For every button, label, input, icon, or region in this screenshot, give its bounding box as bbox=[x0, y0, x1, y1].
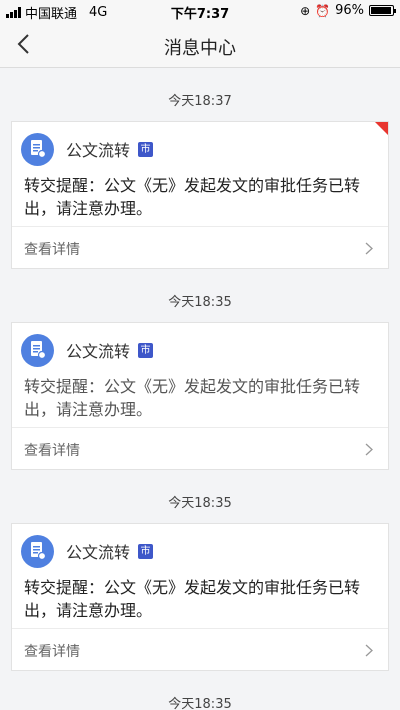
battery-icon bbox=[369, 5, 396, 16]
view-details-label: 查看详情 bbox=[24, 242, 80, 258]
card-header: 公文流转 市 bbox=[21, 333, 154, 367]
view-details-button[interactable]: 查看详情 bbox=[12, 226, 388, 268]
alarm-icon: ⏰ bbox=[315, 3, 331, 18]
message-card[interactable]: 公文流转 市 转交提醒：公文《无》发起发文的审批任务已转出，请注意办理。 查看详… bbox=[11, 322, 389, 470]
message-time: 今天18:35 bbox=[168, 697, 232, 710]
document-app-icon bbox=[21, 132, 54, 166]
view-details-button[interactable]: 查看详情 bbox=[12, 628, 388, 670]
document-app-icon bbox=[21, 534, 54, 568]
document-app-icon bbox=[21, 333, 54, 367]
battery-percent: 96% bbox=[335, 3, 364, 18]
app-name: 公文流转 bbox=[66, 141, 131, 160]
city-tag: 市 bbox=[138, 543, 154, 559]
message-time: 今天18:35 bbox=[168, 295, 232, 310]
view-details-button[interactable]: 查看详情 bbox=[12, 427, 388, 469]
status-right: ⊕ ⏰ 96% bbox=[300, 3, 396, 18]
message-card[interactable]: 公文流转 市 转交提醒：公文《无》发起发文的审批任务已转出，请注意办理。 查看详… bbox=[11, 121, 389, 269]
status-bar: 中国联通 4G 下午7:37 ⊕ ⏰ 96% bbox=[0, 0, 400, 22]
card-header: 公文流转 市 bbox=[21, 534, 154, 568]
city-tag: 市 bbox=[138, 342, 154, 358]
message-time: 今天18:37 bbox=[168, 94, 232, 109]
city-tag: 市 bbox=[138, 141, 154, 157]
app-name: 公文流转 bbox=[66, 342, 131, 361]
page-title: 消息中心 bbox=[164, 38, 236, 59]
rotation-lock-icon: ⊕ bbox=[300, 3, 311, 18]
message-feed[interactable]: 今天18:37 公文流转 市 转交提醒：公文《无》发起发文的审批任务已转出，请注… bbox=[0, 69, 400, 710]
view-details-label: 查看详情 bbox=[24, 644, 80, 660]
message-card[interactable]: 公文流转 市 转交提醒：公文《无》发起发文的审批任务已转出，请注意办理。 查看详… bbox=[11, 523, 389, 671]
message-text: 转交提醒：公文《无》发起发文的审批任务已转出，请注意办理。 bbox=[24, 377, 361, 419]
chevron-right-icon bbox=[365, 242, 373, 255]
battery-fill bbox=[371, 7, 392, 14]
app-name: 公文流转 bbox=[66, 543, 131, 562]
card-header: 公文流转 市 bbox=[21, 132, 154, 166]
chevron-right-icon bbox=[365, 644, 373, 657]
nav-bar: 消息中心 bbox=[0, 22, 400, 68]
view-details-label: 查看详情 bbox=[24, 443, 80, 459]
unread-flag bbox=[375, 122, 388, 135]
message-text: 转交提醒：公文《无》发起发文的审批任务已转出，请注意办理。 bbox=[24, 176, 361, 218]
message-time: 今天18:35 bbox=[168, 496, 232, 511]
message-text: 转交提醒：公文《无》发起发文的审批任务已转出，请注意办理。 bbox=[24, 578, 361, 620]
chevron-right-icon bbox=[365, 443, 373, 456]
